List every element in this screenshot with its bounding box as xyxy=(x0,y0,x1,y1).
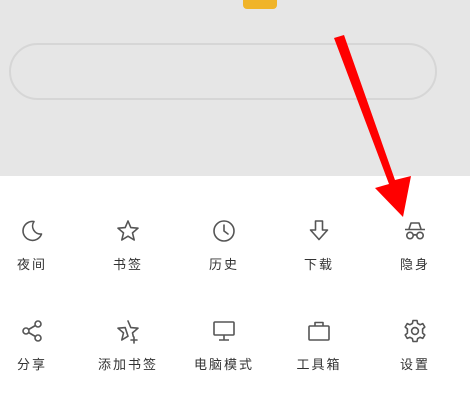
menu-item-label: 历史 xyxy=(208,258,239,273)
menu-item-label: 设置 xyxy=(399,358,430,373)
menu-item-incognito[interactable]: 隐身 xyxy=(375,218,455,298)
menu-panel: 夜间 书签 历史 下载 隐身 分享 添加书签 电脑模式 工具箱 设置 xyxy=(0,176,470,411)
search-bar[interactable] xyxy=(9,43,437,100)
menu-item-night[interactable]: 夜间 xyxy=(0,218,72,298)
menu-item-desktop-mode[interactable]: 电脑模式 xyxy=(184,318,264,398)
menu-item-add-bookmark[interactable]: 添加书签 xyxy=(88,318,168,398)
menu-item-label: 隐身 xyxy=(399,258,430,273)
clock-icon xyxy=(211,218,237,244)
menu-item-history[interactable]: 历史 xyxy=(184,218,264,298)
logo-fragment xyxy=(243,0,277,9)
star-icon xyxy=(115,218,141,244)
menu-item-label: 书签 xyxy=(112,258,143,273)
star-plus-icon xyxy=(115,318,141,344)
toolbox-icon xyxy=(306,318,332,344)
menu-item-label: 添加书签 xyxy=(97,358,158,373)
menu-item-bookmarks[interactable]: 书签 xyxy=(88,218,168,298)
menu-item-label: 分享 xyxy=(16,358,47,373)
menu-item-label: 下载 xyxy=(303,258,334,273)
browser-content-area xyxy=(0,0,470,176)
screen: 夜间 书签 历史 下载 隐身 分享 添加书签 电脑模式 工具箱 设置 xyxy=(0,0,470,411)
incognito-icon xyxy=(402,218,428,244)
gear-icon xyxy=(402,318,428,344)
monitor-icon xyxy=(211,318,237,344)
menu-item-label: 工具箱 xyxy=(296,358,342,373)
menu-item-settings[interactable]: 设置 xyxy=(375,318,455,398)
menu-item-label: 电脑模式 xyxy=(193,358,254,373)
menu-item-share[interactable]: 分享 xyxy=(0,318,72,398)
share-icon xyxy=(19,318,45,344)
moon-icon xyxy=(19,218,45,244)
menu-item-downloads[interactable]: 下载 xyxy=(279,218,359,298)
download-icon xyxy=(306,218,332,244)
menu-item-label: 夜间 xyxy=(16,258,47,273)
menu-item-toolbox[interactable]: 工具箱 xyxy=(279,318,359,398)
